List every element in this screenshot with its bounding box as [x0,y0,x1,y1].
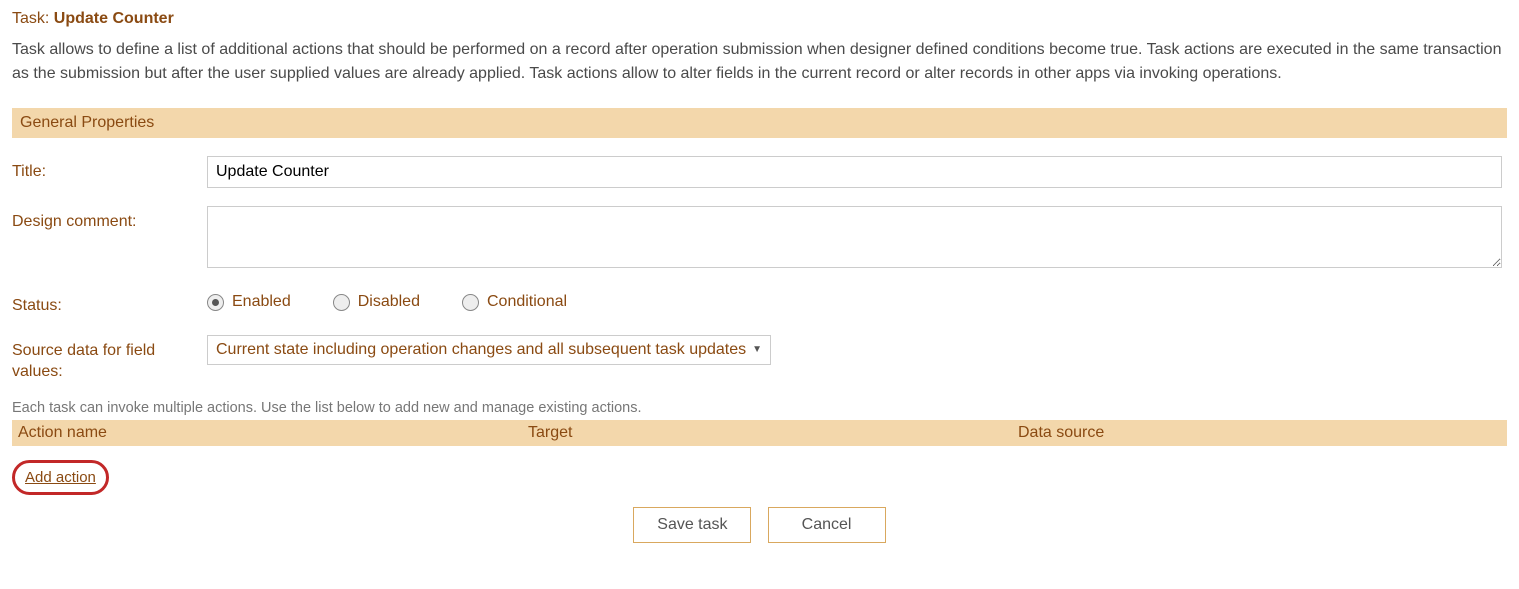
radio-icon [333,294,350,311]
radio-icon [462,294,479,311]
chevron-down-icon: ▼ [752,344,762,355]
actions-col-source: Data source [1018,424,1501,442]
actions-col-target: Target [528,424,1018,442]
actions-col-name: Action name [18,424,528,442]
radio-icon [207,294,224,311]
status-radio-conditional-label: Conditional [487,293,567,311]
source-data-select-value: Current state including operation change… [216,341,746,359]
label-title: Title: [12,156,207,183]
design-comment-textarea[interactable] [207,206,1502,268]
status-radio-enabled-label: Enabled [232,293,291,311]
annotation-highlight: Add action [12,460,109,495]
cancel-button[interactable]: Cancel [768,507,886,543]
task-header-prefix: Task: [12,10,54,27]
label-status: Status: [12,290,207,317]
title-input[interactable] [207,156,1502,188]
status-radio-group: Enabled Disabled Conditional [207,290,567,311]
actions-hint: Each task can invoke multiple actions. U… [12,400,1507,416]
status-radio-disabled-label: Disabled [358,293,420,311]
actions-table-header: Action name Target Data source [12,420,1507,446]
status-radio-conditional[interactable]: Conditional [462,293,567,311]
label-design-comment: Design comment: [12,206,207,233]
status-radio-disabled[interactable]: Disabled [333,293,420,311]
task-header: Task: Update Counter [12,10,1507,28]
status-radio-enabled[interactable]: Enabled [207,293,291,311]
task-description: Task allows to define a list of addition… [12,38,1507,86]
label-source-data: Source data for field values: [12,335,207,383]
add-action-link[interactable]: Add action [25,469,96,486]
source-data-select[interactable]: Current state including operation change… [207,335,771,365]
section-general-properties: General Properties [12,108,1507,138]
task-header-name: Update Counter [54,10,174,27]
save-task-button[interactable]: Save task [633,507,751,543]
